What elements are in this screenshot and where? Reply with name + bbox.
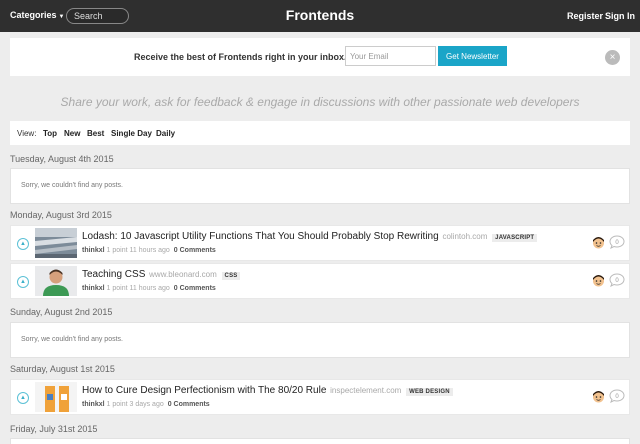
post-meta: thinkxl 1 point 11 hours ago 0 Comments: [82, 247, 216, 254]
post-item: ▲ Lodash: 10 Javascript Utility Function…: [10, 225, 630, 261]
post-title-link[interactable]: Lodash: 10 Javascript Utility Functions …: [82, 231, 538, 242]
post-meta: thinkxl 1 point 3 days ago 0 Comments: [82, 401, 210, 408]
get-newsletter-button[interactable]: Get Newsletter: [438, 46, 507, 66]
view-option-best[interactable]: Best: [87, 129, 104, 138]
post-comments-link[interactable]: 0 Comments: [168, 401, 210, 408]
view-option-daily[interactable]: Daily: [156, 129, 175, 138]
caret-down-icon: ▼: [58, 14, 65, 20]
day-heading: Monday, August 3rd 2015: [10, 210, 112, 220]
newsletter-banner: Receive the best of Frontends right in y…: [10, 38, 630, 76]
register-link[interactable]: Register: [567, 11, 603, 21]
comment-bubble-icon[interactable]: 0: [609, 389, 625, 404]
user-avatar-icon[interactable]: [592, 390, 605, 403]
empty-day-text: Sorry, we couldn't find any posts.: [21, 182, 123, 189]
search-input[interactable]: [66, 8, 129, 24]
newsletter-text: Receive the best of Frontends right in y…: [134, 52, 347, 62]
view-option-top[interactable]: Top: [43, 129, 57, 138]
comment-bubble-icon[interactable]: 0: [609, 273, 625, 288]
day-heading: Tuesday, August 4th 2015: [10, 154, 114, 164]
post-author[interactable]: thinkxl: [82, 401, 105, 408]
close-icon[interactable]: ×: [605, 50, 620, 65]
categories-dropdown[interactable]: Categories ▼: [10, 10, 64, 20]
post-title: Lodash: 10 Javascript Utility Functions …: [82, 231, 439, 242]
day-heading: Saturday, August 1st 2015: [10, 364, 115, 374]
day-heading: Sunday, August 2nd 2015: [10, 307, 113, 317]
post-domain: inspectelement.com: [330, 386, 402, 395]
post-points-time: 1 point 11 hours ago: [106, 285, 170, 292]
chevron-up-icon[interactable]: ▲: [17, 238, 29, 250]
user-avatar-icon[interactable]: [592, 274, 605, 287]
post-domain: colintoh.com: [442, 232, 488, 241]
post-comments-link[interactable]: 0 Comments: [174, 247, 216, 254]
post-tag[interactable]: WEB DESIGN: [406, 388, 453, 396]
post-title: How to Cure Design Perfectionism with Th…: [82, 385, 327, 396]
view-option-single-day[interactable]: Single Day: [111, 129, 152, 138]
newsletter-email-input[interactable]: [345, 46, 436, 66]
categories-label: Categories: [10, 10, 57, 20]
sign-in-link[interactable]: Sign In: [605, 11, 635, 21]
post-meta: thinkxl 1 point 11 hours ago 0 Comments: [82, 285, 216, 292]
empty-day-notice: [10, 438, 630, 444]
tagline: Share your work, ask for feedback & enga…: [60, 95, 580, 109]
post-item: ▲ How to Cure Design Perfectionism with …: [10, 379, 630, 415]
post-title-link[interactable]: How to Cure Design Perfectionism with Th…: [82, 385, 453, 396]
post-thumbnail[interactable]: [35, 382, 77, 412]
view-label: View:: [17, 129, 37, 138]
post-thumbnail[interactable]: [35, 266, 77, 296]
post-author[interactable]: thinkxl: [82, 285, 105, 292]
post-item: ▲ Teaching CSS www.bleonard.com CSS thin…: [10, 263, 630, 299]
post-comments-link[interactable]: 0 Comments: [174, 285, 216, 292]
chevron-up-icon[interactable]: ▲: [17, 276, 29, 288]
post-author[interactable]: thinkxl: [82, 247, 105, 254]
chevron-up-icon[interactable]: ▲: [17, 392, 29, 404]
empty-day-notice: Sorry, we couldn't find any posts.: [10, 322, 630, 358]
view-filter-bar: View: Top New Best Single Day Daily: [10, 121, 630, 145]
empty-day-text: Sorry, we couldn't find any posts.: [21, 336, 123, 343]
day-heading: Friday, July 31st 2015: [10, 424, 98, 434]
empty-day-notice: Sorry, we couldn't find any posts.: [10, 168, 630, 204]
user-avatar-icon[interactable]: [592, 236, 605, 249]
post-domain: www.bleonard.com: [149, 270, 217, 279]
post-thumbnail[interactable]: [35, 228, 77, 258]
comment-bubble-icon[interactable]: 0: [609, 235, 625, 250]
post-tag[interactable]: CSS: [221, 272, 241, 280]
post-points-time: 1 point 3 days ago: [106, 401, 164, 408]
post-points-time: 1 point 11 hours ago: [106, 247, 170, 254]
view-option-new[interactable]: New: [64, 129, 80, 138]
post-tag[interactable]: JAVASCRIPT: [492, 234, 538, 242]
top-nav-bar: Categories▼ Frontends Register Sign In: [0, 0, 640, 32]
post-title: Teaching CSS: [82, 269, 146, 280]
post-title-link[interactable]: Teaching CSS www.bleonard.com CSS: [82, 269, 241, 280]
